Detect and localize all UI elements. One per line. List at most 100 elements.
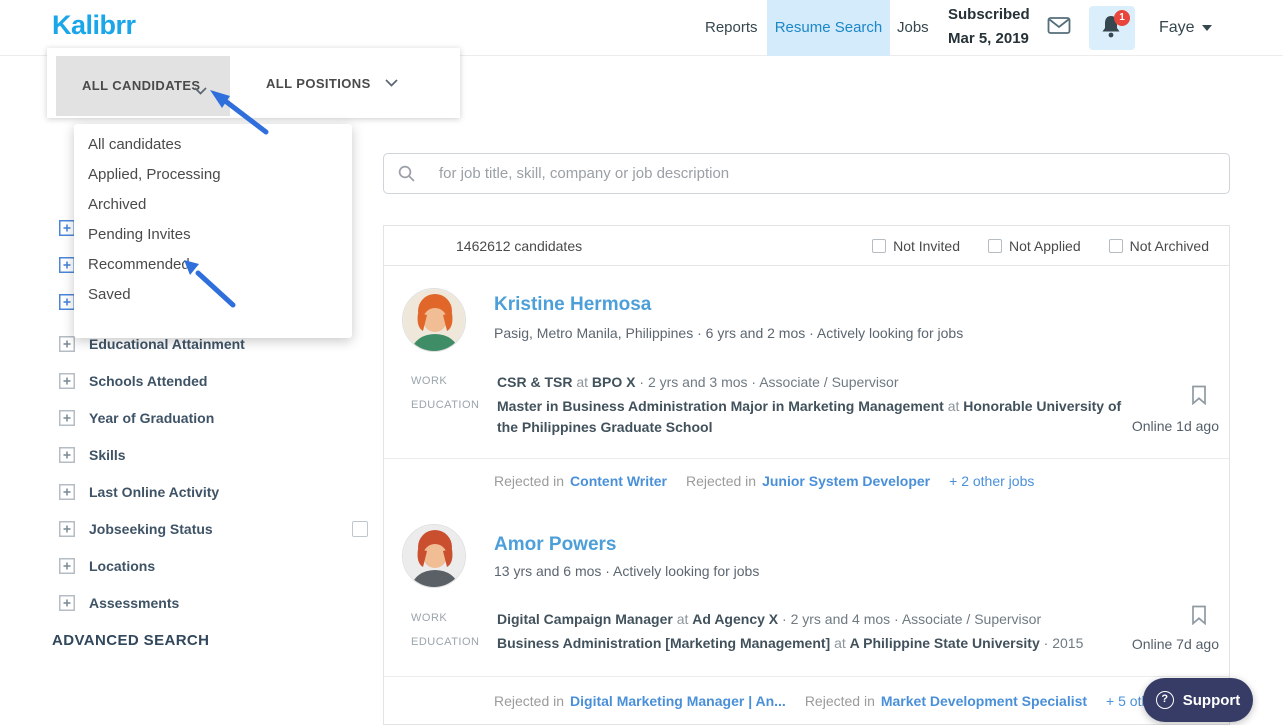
subscription-date: Mar 5, 2019 (948, 30, 1029, 47)
filter-label: Assessments (89, 595, 179, 611)
covered-filter-expand-icon[interactable] (59, 220, 75, 241)
checkbox-icon[interactable] (872, 239, 886, 253)
filter-label: Last Online Activity (89, 484, 219, 500)
results-panel: 1462612 candidates Not Invited Not Appli… (383, 225, 1230, 725)
candidate-subtitle: 13 yrs and 6 mos · Actively looking for … (494, 563, 759, 579)
sidebar-item-skills[interactable]: Skills (59, 443, 126, 467)
rejection-entry: Rejected in Junior System Developer (686, 473, 930, 489)
plus-square-icon[interactable] (59, 521, 75, 537)
nav-item-resume-search[interactable]: Resume Search (767, 0, 890, 56)
sidebar-item-assessments[interactable]: Assessments (59, 591, 179, 615)
education-degree: Master in Business Administration Major … (497, 398, 944, 414)
plus-square-icon[interactable] (59, 558, 75, 574)
filter-label: Year of Graduation (89, 410, 214, 426)
job-link[interactable]: Content Writer (570, 473, 667, 489)
sidebar-item-schools-attended[interactable]: Schools Attended (59, 369, 208, 393)
candidate-subtitle: Pasig, Metro Manila, Philippines · 6 yrs… (494, 325, 963, 341)
work-meta: · 2 yrs and 4 mos · Associate / Supervis… (782, 611, 1041, 627)
chevron-down-icon (1202, 25, 1212, 31)
support-button[interactable]: ? Support (1143, 678, 1253, 722)
subscription-status: Subscribed (948, 6, 1030, 23)
work-at: at (677, 611, 689, 627)
kalibrr-logo[interactable]: Kalibrr (52, 10, 136, 41)
jobseeking-status-checkbox[interactable] (352, 521, 368, 537)
job-link[interactable]: Market Development Specialist (881, 693, 1087, 709)
checkbox-icon[interactable] (1109, 239, 1123, 253)
candidates-dropdown-menu: All candidates Applied, Processing Archi… (74, 124, 352, 338)
menu-item-all-candidates[interactable]: All candidates (74, 130, 352, 160)
education-at: at (948, 398, 960, 414)
candidate-search-bar (383, 153, 1230, 194)
candidate-name-link[interactable]: Amor Powers (494, 534, 616, 556)
nav-item-reports[interactable]: Reports (705, 0, 758, 56)
bookmark-icon[interactable] (1191, 385, 1207, 410)
results-header: 1462612 candidates Not Invited Not Appli… (384, 226, 1229, 266)
work-company: Ad Agency X (692, 611, 778, 627)
sidebar-item-year-of-graduation[interactable]: Year of Graduation (59, 406, 214, 430)
user-name: Faye (1159, 0, 1195, 56)
rejection-entry: Rejected in Digital Marketing Manager | … (494, 693, 786, 709)
covered-filter-expand-icon[interactable] (59, 257, 75, 278)
avatar[interactable] (402, 288, 466, 352)
sidebar-item-locations[interactable]: Locations (59, 554, 155, 578)
job-link[interactable]: Digital Marketing Manager | An... (570, 693, 786, 709)
rejected-in-label: Rejected in (494, 693, 564, 709)
plus-square-icon[interactable] (59, 595, 75, 611)
filter-label: Jobseeking Status (89, 521, 213, 537)
rejections-row: Rejected in Digital Marketing Manager | … (384, 676, 1229, 725)
not-archived-checkbox[interactable]: Not Archived (1109, 238, 1209, 254)
work-title: CSR & TSR (497, 374, 572, 390)
notification-badge[interactable]: 1 (1114, 10, 1130, 26)
menu-item-archived[interactable]: Archived (74, 190, 352, 220)
filter-label: Educational Attainment (89, 336, 245, 352)
resume-search-page: Kalibrr Reports Resume Search Jobs Subsc… (0, 0, 1283, 725)
search-input[interactable] (439, 165, 1215, 182)
bookmark-icon[interactable] (1191, 605, 1207, 630)
not-applied-checkbox[interactable]: Not Applied (988, 238, 1081, 254)
menu-item-applied-processing[interactable]: Applied, Processing (74, 160, 352, 190)
covered-filter-expand-icon[interactable] (59, 294, 75, 315)
rejections-row: Rejected in Content Writer Rejected in J… (384, 458, 1229, 503)
advanced-search-link[interactable]: ADVANCED SEARCH (52, 632, 209, 649)
candidate-card: Amor Powers 13 yrs and 6 mos · Actively … (384, 503, 1229, 725)
plus-square-icon[interactable] (59, 373, 75, 389)
support-label: Support (1183, 692, 1241, 709)
more-jobs-link[interactable]: + 2 other jobs (949, 473, 1034, 489)
search-icon (398, 165, 415, 182)
menu-item-pending-invites[interactable]: Pending Invites (74, 220, 352, 250)
menu-item-saved[interactable]: Saved (74, 280, 352, 310)
education-meta: · 2015 (1044, 635, 1084, 651)
checkbox-icon[interactable] (988, 239, 1002, 253)
mail-icon[interactable] (1047, 16, 1071, 41)
menu-item-recommended[interactable]: Recommended (74, 250, 352, 280)
sidebar-item-jobseeking-status[interactable]: Jobseeking Status (59, 517, 213, 541)
education-summary: Master in Business Administration Major … (497, 396, 1122, 438)
filter-label: Locations (89, 558, 155, 574)
user-menu[interactable]: Faye (1159, 0, 1212, 56)
all-candidates-dropdown[interactable]: ALL CANDIDATES (56, 56, 230, 116)
all-candidates-label: ALL CANDIDATES (82, 56, 201, 116)
all-positions-label: ALL POSITIONS (266, 76, 371, 91)
chevron-down-icon (194, 82, 207, 100)
education-label: EDUCATION (411, 399, 479, 411)
work-meta: · 2 yrs and 3 mos · Associate / Supervis… (639, 374, 898, 390)
work-summary: CSR & TSR at BPO X · 2 yrs and 3 mos · A… (497, 372, 1197, 393)
rejection-entry: Rejected in Market Development Specialis… (805, 693, 1087, 709)
job-link[interactable]: Junior System Developer (762, 473, 930, 489)
education-school: A Philippine State University (850, 635, 1040, 651)
work-title: Digital Campaign Manager (497, 611, 673, 627)
checkbox-label: Not Applied (1009, 238, 1081, 254)
plus-square-icon[interactable] (59, 447, 75, 463)
work-summary: Digital Campaign Manager at Ad Agency X … (497, 609, 1197, 630)
plus-square-icon[interactable] (59, 410, 75, 426)
candidate-name-link[interactable]: Kristine Hermosa (494, 294, 651, 316)
sidebar-item-last-online-activity[interactable]: Last Online Activity (59, 480, 219, 504)
plus-square-icon[interactable] (59, 336, 75, 352)
avatar[interactable] (402, 524, 466, 588)
all-positions-dropdown[interactable]: ALL POSITIONS (266, 48, 398, 118)
plus-square-icon[interactable] (59, 484, 75, 500)
nav-item-jobs[interactable]: Jobs (897, 0, 929, 56)
education-summary: Business Administration [Marketing Manag… (497, 633, 1197, 654)
work-company: BPO X (592, 374, 636, 390)
not-invited-checkbox[interactable]: Not Invited (872, 238, 960, 254)
